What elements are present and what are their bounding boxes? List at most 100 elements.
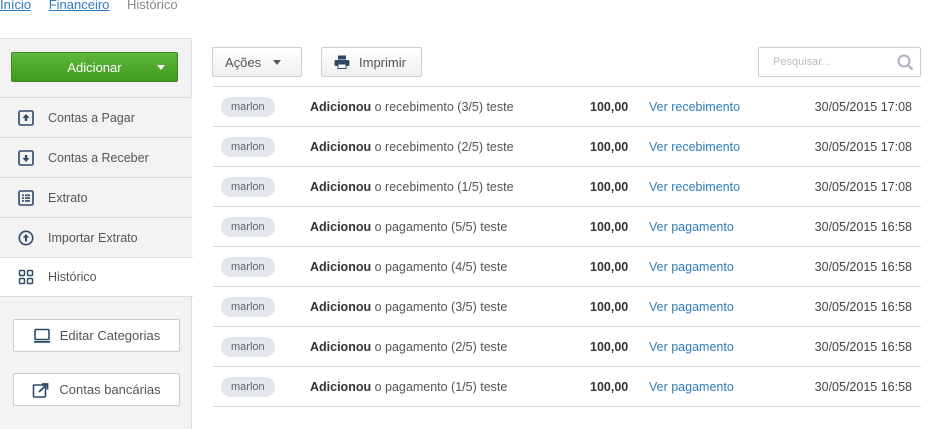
- table-row: marlon Adicionou o recebimento (1/5) tes…: [212, 167, 921, 207]
- add-button-label: Adicionar: [67, 59, 122, 75]
- row-verb: Adicionou: [310, 380, 372, 394]
- view-link[interactable]: Ver recebimento: [649, 87, 740, 127]
- edit-categories-label: Editar Categorias: [59, 328, 161, 343]
- row-action: Adicionou o recebimento (3/5) teste: [310, 87, 514, 127]
- sidebar-item-historico[interactable]: Histórico: [0, 257, 193, 297]
- row-action: Adicionou o pagamento (5/5) teste: [310, 207, 507, 247]
- view-link[interactable]: Ver pagamento: [649, 327, 734, 367]
- print-button[interactable]: Imprimir: [321, 47, 422, 77]
- row-amount: 100,00: [590, 180, 629, 194]
- print-label: Imprimir: [359, 54, 406, 70]
- table-row: marlon Adicionou o pagamento (4/5) teste…: [212, 247, 921, 287]
- chevron-down-icon: [157, 65, 165, 70]
- row-date: 30/05/2015 16:58: [814, 220, 912, 234]
- row-description: o pagamento (1/5) teste: [374, 380, 508, 394]
- row-description: o pagamento (5/5) teste: [374, 220, 508, 234]
- row-action: Adicionou o pagamento (4/5) teste: [310, 247, 507, 287]
- table-row: marlon Adicionou o pagamento (1/5) teste…: [212, 367, 921, 407]
- table-row: marlon Adicionou o pagamento (2/5) teste…: [212, 327, 921, 367]
- breadcrumb-financeiro[interactable]: Financeiro: [49, 0, 110, 12]
- actions-dropdown[interactable]: Ações: [212, 47, 302, 77]
- row-date: 30/05/2015 16:58: [814, 260, 912, 274]
- row-verb: Adicionou: [310, 300, 372, 314]
- history-table: marlon Adicionou o recebimento (3/5) tes…: [212, 86, 921, 407]
- row-amount: 100,00: [590, 340, 629, 354]
- sidebar-item-label: Extrato: [48, 190, 88, 205]
- row-verb: Adicionou: [310, 340, 372, 354]
- sidebar-item-contas-a-receber[interactable]: Contas a Receber: [0, 137, 192, 177]
- sidebar-item-label: Histórico: [48, 270, 97, 284]
- table-row: marlon Adicionou o recebimento (3/5) tes…: [212, 87, 921, 127]
- table-row: marlon Adicionou o recebimento (2/5) tes…: [212, 127, 921, 167]
- view-link[interactable]: Ver pagamento: [649, 367, 734, 407]
- view-link[interactable]: Ver recebimento: [649, 127, 740, 167]
- row-date: 30/05/2015 16:58: [814, 300, 912, 314]
- row-amount: 100,00: [590, 300, 629, 314]
- row-date: 30/05/2015 17:08: [814, 140, 912, 154]
- add-button[interactable]: Adicionar: [11, 52, 178, 82]
- row-description: o pagamento (3/5) teste: [374, 300, 508, 314]
- user-badge: marlon: [221, 377, 275, 397]
- row-action: Adicionou o pagamento (1/5) teste: [310, 367, 507, 407]
- row-date: 30/05/2015 16:58: [814, 380, 912, 394]
- view-link[interactable]: Ver pagamento: [649, 247, 734, 287]
- sidebar-item-importar-extrato[interactable]: Importar Extrato: [0, 217, 192, 257]
- sidebar-item-extrato[interactable]: Extrato: [0, 177, 192, 217]
- table-row: marlon Adicionou o pagamento (5/5) teste…: [212, 207, 921, 247]
- row-date: 30/05/2015 16:58: [814, 340, 912, 354]
- row-date: 30/05/2015 17:08: [814, 100, 912, 114]
- view-link[interactable]: Ver pagamento: [649, 207, 734, 247]
- upload-icon: [18, 109, 34, 126]
- row-amount: 100,00: [590, 140, 629, 154]
- bank-accounts-button[interactable]: Contas bancárias: [13, 373, 180, 406]
- row-description: o pagamento (2/5) teste: [374, 340, 508, 354]
- user-badge: marlon: [221, 97, 275, 117]
- user-badge: marlon: [221, 337, 275, 357]
- sidebar-item-label: Contas a Pagar: [48, 110, 135, 125]
- download-icon: [18, 149, 34, 166]
- sidebar-item-label: Contas a Receber: [48, 150, 149, 165]
- user-badge: marlon: [221, 257, 275, 277]
- row-description: o recebimento (2/5) teste: [374, 140, 514, 154]
- bank-accounts-label: Contas bancárias: [59, 382, 161, 397]
- sidebar-menu: Contas a Pagar Contas a Receber Extrato: [0, 97, 193, 297]
- table-row: marlon Adicionou o pagamento (3/5) teste…: [212, 287, 921, 327]
- user-badge: marlon: [221, 177, 275, 197]
- row-description: o recebimento (1/5) teste: [374, 180, 514, 194]
- user-badge: marlon: [221, 297, 275, 317]
- sidebar-item-label: Importar Extrato: [48, 230, 138, 245]
- search-input[interactable]: [759, 48, 889, 76]
- user-badge: marlon: [221, 137, 275, 157]
- monitor-icon: [33, 328, 50, 343]
- view-link[interactable]: Ver recebimento: [649, 167, 740, 207]
- chevron-down-icon: [273, 59, 282, 65]
- edit-categories-button[interactable]: Editar Categorias: [13, 319, 180, 352]
- row-description: o recebimento (3/5) teste: [374, 100, 514, 114]
- row-verb: Adicionou: [310, 180, 372, 194]
- breadcrumb-home[interactable]: Início: [0, 0, 31, 12]
- sidebar-item-contas-a-pagar[interactable]: Contas a Pagar: [0, 97, 192, 137]
- user-badge: marlon: [221, 217, 275, 237]
- row-verb: Adicionou: [310, 260, 372, 274]
- row-verb: Adicionou: [310, 100, 372, 114]
- row-description: o pagamento (4/5) teste: [374, 260, 508, 274]
- import-icon: [18, 230, 34, 245]
- sidebar: Adicionar Contas a Pagar Contas a Recebe…: [0, 38, 193, 429]
- search-box: [758, 47, 921, 77]
- row-amount: 100,00: [590, 220, 629, 234]
- view-link[interactable]: Ver pagamento: [649, 287, 734, 327]
- grid-icon: [18, 269, 34, 285]
- row-verb: Adicionou: [310, 140, 372, 154]
- breadcrumb: Início Financeiro Histórico: [0, 0, 192, 13]
- row-amount: 100,00: [590, 100, 629, 114]
- row-date: 30/05/2015 17:08: [814, 180, 912, 194]
- actions-label: Ações: [225, 54, 262, 70]
- list-icon: [18, 189, 34, 206]
- row-action: Adicionou o pagamento (3/5) teste: [310, 287, 507, 327]
- breadcrumb-current: Histórico: [127, 0, 178, 12]
- row-verb: Adicionou: [310, 220, 372, 234]
- row-action: Adicionou o recebimento (1/5) teste: [310, 167, 514, 207]
- share-icon: [33, 382, 49, 398]
- row-action: Adicionou o pagamento (2/5) teste: [310, 327, 507, 367]
- search-icon[interactable]: [897, 54, 914, 71]
